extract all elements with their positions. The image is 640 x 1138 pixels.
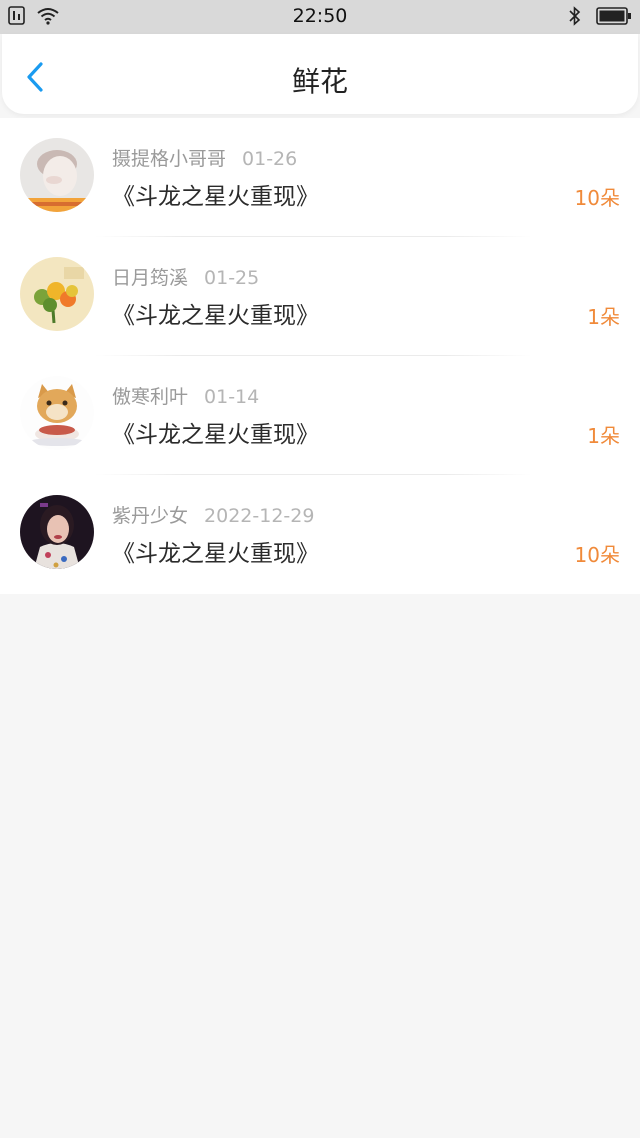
user-name: 日月筠溪 bbox=[112, 267, 189, 289]
battery-icon bbox=[596, 7, 632, 29]
status-bar: 22:50 bbox=[0, 0, 640, 34]
user-name: 傲寒利叶 bbox=[112, 386, 189, 408]
header: 鲜花 bbox=[2, 34, 638, 114]
item-date: 01-26 bbox=[242, 148, 298, 170]
flower-amount: 1朵 bbox=[587, 305, 620, 329]
book-title: 《斗龙之星火重现》 bbox=[112, 303, 319, 329]
avatar[interactable] bbox=[20, 495, 94, 569]
avatar[interactable] bbox=[20, 138, 94, 212]
book-title: 《斗龙之星火重现》 bbox=[112, 184, 319, 210]
list-item[interactable]: 紫丹少女 2022-12-29 《斗龙之星火重现》 10朵 bbox=[0, 475, 640, 594]
flower-amount: 10朵 bbox=[574, 543, 620, 567]
flower-amount: 1朵 bbox=[587, 424, 620, 448]
avatar[interactable] bbox=[20, 376, 94, 450]
book-title: 《斗龙之星火重现》 bbox=[112, 422, 319, 448]
status-time: 22:50 bbox=[292, 5, 348, 27]
list-item[interactable]: 日月筠溪 01-25 《斗龙之星火重现》 1朵 bbox=[0, 237, 640, 356]
user-name: 紫丹少女 bbox=[112, 505, 189, 527]
item-date: 2022-12-29 bbox=[204, 505, 315, 527]
bluetooth-icon bbox=[568, 6, 582, 30]
user-name: 摄提格小哥哥 bbox=[112, 148, 227, 170]
list-item[interactable]: 傲寒利叶 01-14 《斗龙之星火重现》 1朵 bbox=[0, 356, 640, 475]
gift-list: 摄提格小哥哥 01-26 《斗龙之星火重现》 10朵 日月筠溪 01-25 《斗龙之… bbox=[0, 118, 640, 594]
item-date: 01-14 bbox=[204, 386, 260, 408]
item-date: 01-25 bbox=[204, 267, 260, 289]
list-item[interactable]: 摄提格小哥哥 01-26 《斗龙之星火重现》 10朵 bbox=[0, 118, 640, 237]
flower-amount: 10朵 bbox=[574, 186, 620, 210]
page-title: 鲜花 bbox=[291, 65, 348, 98]
book-title: 《斗龙之星火重现》 bbox=[112, 541, 319, 567]
avatar[interactable] bbox=[20, 257, 94, 331]
